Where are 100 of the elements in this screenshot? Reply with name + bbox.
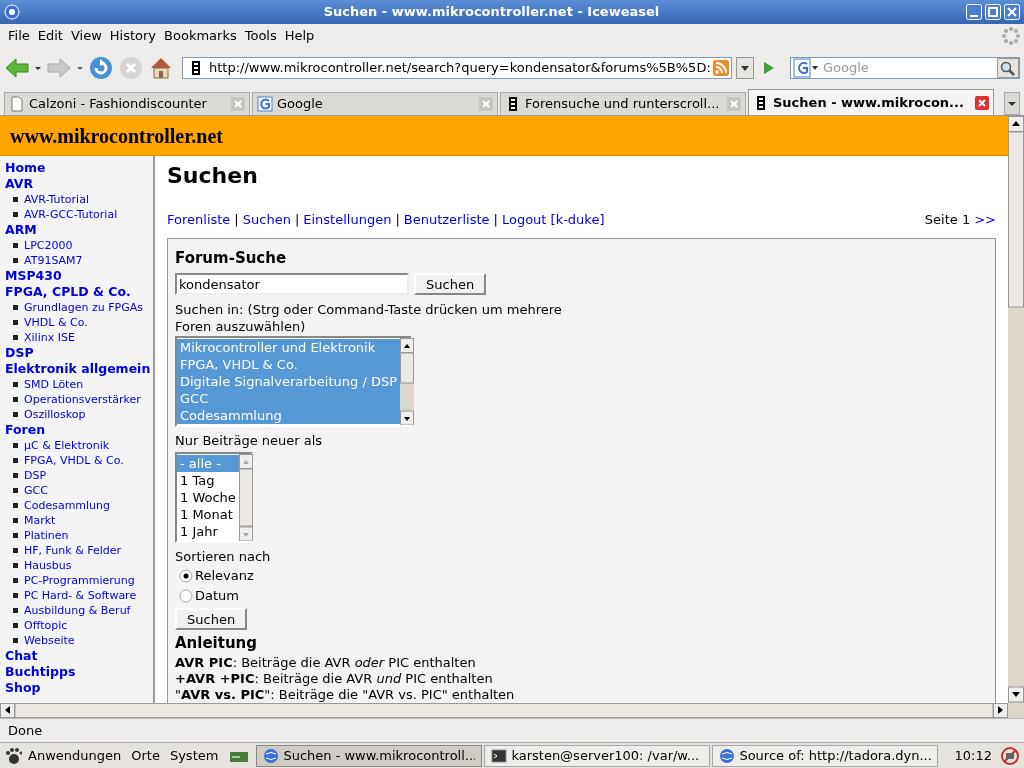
sidebar-link[interactable]: Hausbus <box>24 558 72 573</box>
sidebar-link[interactable]: Platinen <box>24 528 69 543</box>
nav-link[interactable]: Suchen <box>242 210 291 230</box>
sidebar-link[interactable]: Markt <box>24 513 56 528</box>
sidebar-link[interactable]: LPC2000 <box>24 238 73 253</box>
tab-list-icon[interactable] <box>1004 92 1020 115</box>
next-link[interactable]: >> <box>974 210 996 230</box>
reload-icon[interactable] <box>88 55 114 81</box>
bullet-icon <box>13 488 18 493</box>
panel-menu[interactable]: System <box>165 745 223 766</box>
foot-icon[interactable] <box>4 746 22 765</box>
bullet-icon <box>13 623 18 628</box>
search-field[interactable]: Google <box>790 57 1020 79</box>
search-input[interactable]: Google <box>819 58 997 78</box>
feed-icon[interactable] <box>713 60 729 76</box>
sidebar-link[interactable]: Grundlagen zu FPGAs <box>24 300 143 315</box>
help-text: +AVR +PIC: Beiträge die AVR und PIC enthalten <box>175 670 494 687</box>
terminal-icon <box>491 747 508 764</box>
sidebar-link[interactable]: AVR <box>5 176 34 191</box>
page-heading: Suchen <box>167 162 259 190</box>
sidebar-link[interactable]: Offtopic <box>24 618 68 633</box>
sidebar-link[interactable]: PC Hard- & Software <box>24 588 137 603</box>
page-icon <box>9 96 25 112</box>
bullet-icon <box>13 305 18 310</box>
sidebar-link[interactable]: Operationsverstärker <box>24 392 141 407</box>
dropdown-icon[interactable] <box>736 57 754 79</box>
menu-item[interactable]: Edit <box>33 26 67 46</box>
stop-icon <box>118 55 144 81</box>
sidebar-link[interactable]: FPGA, VHDL & Co. <box>24 453 124 468</box>
sidebar-link[interactable]: Shop <box>5 680 41 695</box>
vertical-scrollbar[interactable] <box>1008 116 1024 703</box>
menu-item[interactable]: History <box>105 26 161 46</box>
sidebar-link[interactable]: Codesammlung <box>24 498 111 513</box>
network-icon[interactable] <box>1000 745 1020 766</box>
menu-item[interactable]: Bookmarks <box>160 26 241 46</box>
sidebar-link[interactable]: µC & Elektronik <box>24 438 110 453</box>
bullet-icon <box>13 412 18 417</box>
sidebar-link[interactable]: MSP430 <box>5 268 62 283</box>
sidebar-link[interactable]: Chat <box>5 648 38 663</box>
sidebar-link[interactable]: Buchtipps <box>5 664 76 679</box>
menu-item[interactable]: Help <box>280 26 319 46</box>
list-box[interactable]: - alle - 1 Tag 1 Woche 1 Monat 1 Jahr <box>175 451 253 543</box>
search-button[interactable]: Suchen <box>414 273 487 295</box>
sidebar-link[interactable]: AVR-GCC-Tutorial <box>24 207 118 222</box>
sort-label: Sortieren nach <box>175 547 272 566</box>
minimize-button[interactable] <box>966 4 982 20</box>
close-icon[interactable] <box>975 95 989 110</box>
radio-label[interactable]: Relevanz <box>195 566 254 586</box>
nav-link[interactable]: Forenliste <box>167 210 231 230</box>
taskbar-button[interactable]: Suchen - www.mikrocontroll... <box>256 744 483 767</box>
tab[interactable]: Google <box>252 92 498 115</box>
bullet-icon <box>13 503 18 508</box>
sidebar-link[interactable]: PC-Programmierung <box>24 573 135 588</box>
tab[interactable]: Forensuche und runterscroll... <box>500 92 746 115</box>
sidebar-link[interactable]: Elektronik allgemein <box>5 361 151 376</box>
search-input[interactable]: kondensator <box>175 273 409 295</box>
bullet-icon <box>13 563 18 568</box>
sidebar-link[interactable]: Oszilloskop <box>24 407 86 422</box>
panel-menu[interactable]: Anwendungen <box>24 745 126 766</box>
search-icon[interactable] <box>997 58 1019 78</box>
taskbar-button[interactable]: Source of: http://tadora.dyn... <box>712 744 939 767</box>
sidebar-link[interactable]: DSP <box>24 468 47 483</box>
bullet-icon <box>13 243 18 248</box>
sidebar-link[interactable]: ARM <box>5 222 37 237</box>
menu-item[interactable]: Tools <box>240 26 281 46</box>
menu-item[interactable]: File <box>4 26 34 46</box>
sidebar-link[interactable]: Webseite <box>24 633 75 648</box>
site-logo[interactable]: www.mikrocontroller.net <box>10 120 223 151</box>
sidebar-link[interactable]: HF, Funk & Felder <box>24 543 122 558</box>
address-field[interactable]: http://www.mikrocontroller.net/search?query=kondensator&forums%5B%5D: <box>182 57 732 79</box>
tab[interactable]: Suchen - www.mikrocon... <box>748 89 994 115</box>
radio-label[interactable]: Datum <box>195 586 239 606</box>
search-button[interactable]: Suchen <box>175 608 248 630</box>
radio-button[interactable] <box>179 589 193 603</box>
bullet-icon <box>13 397 18 402</box>
sidebar-link[interactable]: AVR-Tutorial <box>24 192 89 207</box>
google-icon[interactable] <box>793 58 819 78</box>
close-button[interactable] <box>1004 4 1020 20</box>
radio-button[interactable] <box>179 569 193 583</box>
sidebar-link[interactable]: AT91SAM7 <box>24 253 83 268</box>
sidebar-link[interactable]: Ausbildung & Beruf <box>24 603 131 618</box>
sidebar-link[interactable]: VHDL & Co. <box>24 315 88 330</box>
panel-menu[interactable]: Orte <box>127 745 164 766</box>
nav-link[interactable]: Einstellungen <box>303 210 392 230</box>
sidebar-link[interactable]: SMD Löten <box>24 377 84 392</box>
tab[interactable]: Calzoni - Fashiondiscounter <box>4 92 250 115</box>
sidebar-link[interactable]: GCC <box>24 483 48 498</box>
nav-link[interactable]: Benutzerliste <box>403 210 490 230</box>
sidebar-link[interactable]: Xilinx ISE <box>24 330 75 345</box>
globe-icon <box>719 747 736 764</box>
maximize-button[interactable] <box>985 4 1001 20</box>
nav-link[interactable]: Logout [k-duke] <box>501 210 605 230</box>
horizontal-scrollbar[interactable] <box>0 703 1024 718</box>
sidebar-link[interactable]: Home <box>5 160 46 175</box>
sidebar-link[interactable]: DSP <box>5 345 34 360</box>
taskbar-button[interactable]: karsten@server100: /var/w... <box>484 744 711 767</box>
sidebar-link[interactable]: Foren <box>5 422 46 437</box>
sidebar-link[interactable]: FPGA, CPLD & Co. <box>5 284 131 299</box>
separator: | <box>233 211 240 229</box>
menu-item[interactable]: View <box>66 26 106 46</box>
